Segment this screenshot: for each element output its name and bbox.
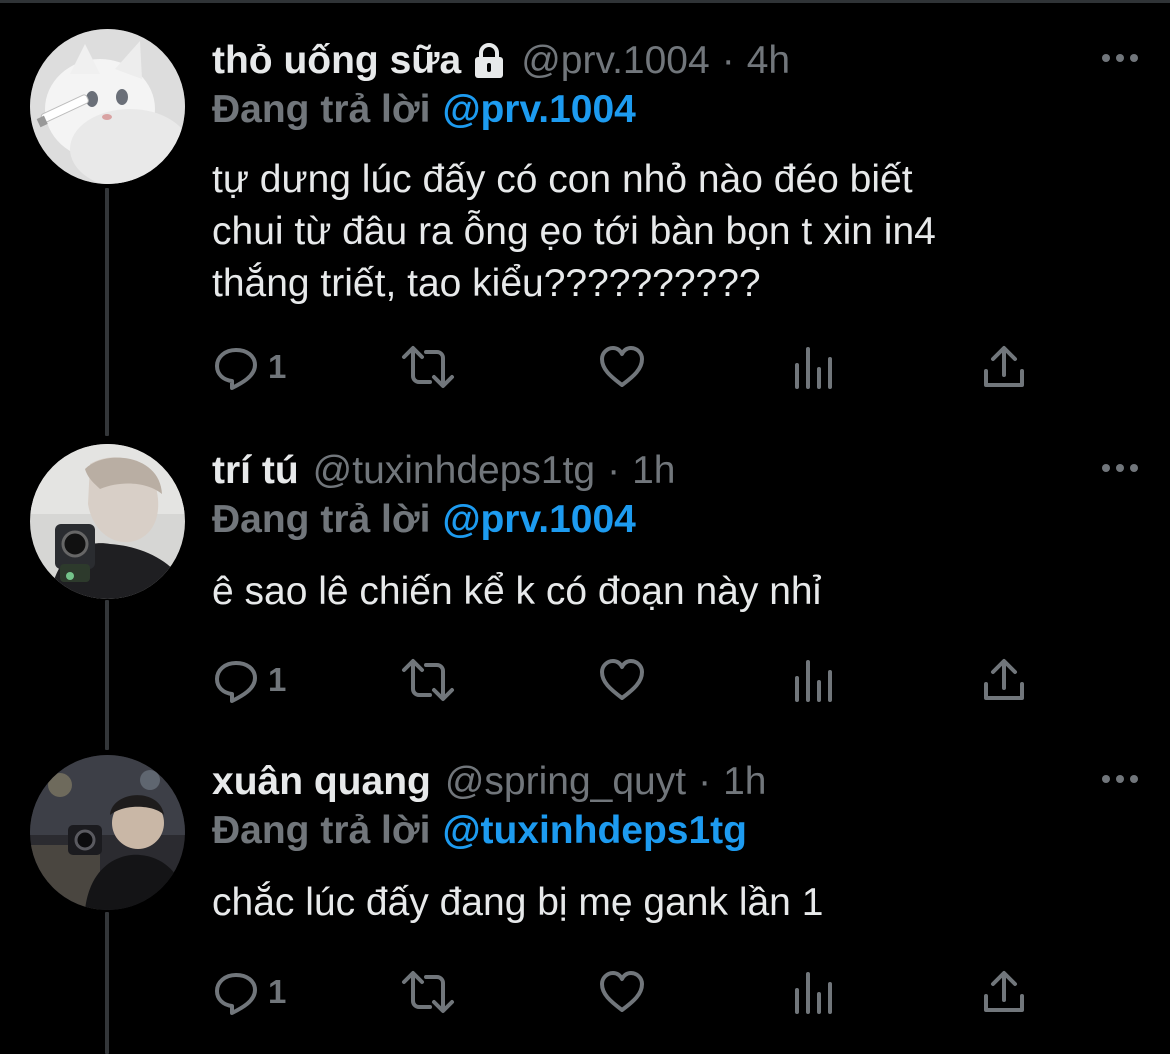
tweet-header: trí tú @tuxinhdeps1tg · 1h — [212, 446, 676, 496]
tweet-header: thỏ uống sữa @prv.1004 · 4h — [212, 36, 790, 86]
avatar-cat-image — [30, 29, 185, 184]
action-bar: 1 — [212, 342, 1072, 392]
retweet-button[interactable] — [400, 967, 456, 1017]
share-icon — [984, 971, 1024, 1012]
share-icon — [984, 659, 1024, 700]
share-button[interactable] — [982, 967, 1026, 1017]
tweet-header: xuân quang @spring_quyt · 1h — [212, 757, 766, 807]
views-button[interactable] — [792, 342, 836, 392]
avatar[interactable] — [30, 755, 185, 910]
timestamp[interactable]: 1h — [632, 449, 675, 493]
like-icon — [600, 971, 644, 1012]
avatar[interactable] — [30, 444, 185, 599]
tweet-text: ê sao lê chiến kể k có đoạn này nhỉ — [212, 566, 1112, 618]
replying-to-handle[interactable]: @prv.1004 — [442, 498, 635, 541]
like-button[interactable] — [598, 655, 646, 705]
handle[interactable]: @prv.1004 — [521, 39, 709, 83]
like-button[interactable] — [598, 967, 646, 1017]
handle[interactable]: @spring_quyt — [445, 760, 686, 804]
reply-icon — [215, 661, 257, 703]
timestamp[interactable]: 4h — [747, 39, 790, 83]
tweet[interactable]: thỏ uống sữa @prv.1004 · 4h Đang trả lời… — [0, 29, 1170, 416]
replying-to-handle[interactable]: @prv.1004 — [442, 88, 635, 131]
retweet-icon — [402, 971, 454, 1013]
tweet-text-line: chắc lúc đấy đang bị mẹ gank lần 1 — [212, 881, 824, 924]
views-button[interactable] — [792, 967, 836, 1017]
retweet-icon — [402, 346, 454, 388]
reply-button[interactable]: 1 — [212, 655, 286, 705]
like-icon — [600, 659, 644, 700]
top-divider — [0, 0, 1170, 3]
separator-dot: · — [607, 449, 621, 492]
tweet-text: tự dưng lúc đấy có con nhỏ nào đéo biết … — [212, 154, 1112, 310]
tweet[interactable]: xuân quang @spring_quyt · 1h Đang trả lờ… — [0, 755, 1170, 1047]
replying-to-handle[interactable]: @tuxinhdeps1tg — [442, 809, 747, 852]
tweet-text-line: tự dưng lúc đấy có con nhỏ nào đéo biết — [212, 158, 913, 201]
reply-button[interactable]: 1 — [212, 967, 286, 1017]
tweet[interactable]: trí tú @tuxinhdeps1tg · 1h Đang trả lời @… — [0, 444, 1170, 736]
separator-dot: · — [721, 39, 735, 82]
share-button[interactable] — [982, 342, 1026, 392]
action-bar: 1 — [212, 655, 1072, 705]
avatar-person-image — [30, 755, 185, 910]
tweet-text-line: ê sao lê chiến kể k có đoạn này nhỉ — [212, 570, 822, 613]
replying-to: Đang trả lời @prv.1004 — [212, 88, 636, 132]
like-button[interactable] — [598, 342, 646, 392]
lock-icon — [471, 42, 507, 80]
display-name[interactable]: thỏ uống sữa — [212, 39, 461, 83]
like-icon — [600, 346, 644, 387]
handle[interactable]: @tuxinhdeps1tg — [313, 449, 595, 493]
more-icon[interactable] — [1100, 769, 1140, 789]
retweet-icon — [402, 659, 454, 701]
replying-to-label: Đang trả lời — [212, 88, 431, 131]
display-name[interactable]: trí tú — [212, 449, 299, 493]
separator-dot: · — [698, 760, 712, 803]
reply-icon — [215, 348, 257, 390]
share-icon — [984, 346, 1024, 387]
views-icon — [795, 660, 832, 702]
replying-to: Đang trả lời @tuxinhdeps1tg — [212, 809, 747, 853]
tweet-text-line: chui từ đâu ra ỗng ẹo tới bàn bọn t xin … — [212, 210, 936, 253]
reply-count: 1 — [268, 973, 287, 1010]
views-button[interactable] — [792, 655, 836, 705]
avatar[interactable] — [30, 29, 185, 184]
views-icon — [795, 347, 832, 389]
more-icon[interactable] — [1100, 458, 1140, 478]
more-icon[interactable] — [1100, 48, 1140, 68]
replying-to-label: Đang trả lời — [212, 809, 431, 852]
avatar-person-image — [30, 444, 185, 599]
tweet-text: chắc lúc đấy đang bị mẹ gank lần 1 — [212, 877, 1112, 929]
reply-icon — [215, 973, 257, 1015]
reply-count: 1 — [268, 348, 287, 385]
replying-to: Đang trả lời @prv.1004 — [212, 498, 636, 542]
timestamp[interactable]: 1h — [723, 760, 766, 804]
replying-to-label: Đang trả lời — [212, 498, 431, 541]
retweet-button[interactable] — [400, 342, 456, 392]
share-button[interactable] — [982, 655, 1026, 705]
reply-button[interactable]: 1 — [212, 342, 286, 392]
retweet-button[interactable] — [400, 655, 456, 705]
tweet-text-line: thắng triết, tao kiểu?????????? — [212, 262, 761, 305]
action-bar: 1 — [212, 967, 1072, 1017]
reply-count: 1 — [268, 661, 287, 698]
views-icon — [795, 972, 832, 1014]
display-name[interactable]: xuân quang — [212, 760, 431, 804]
